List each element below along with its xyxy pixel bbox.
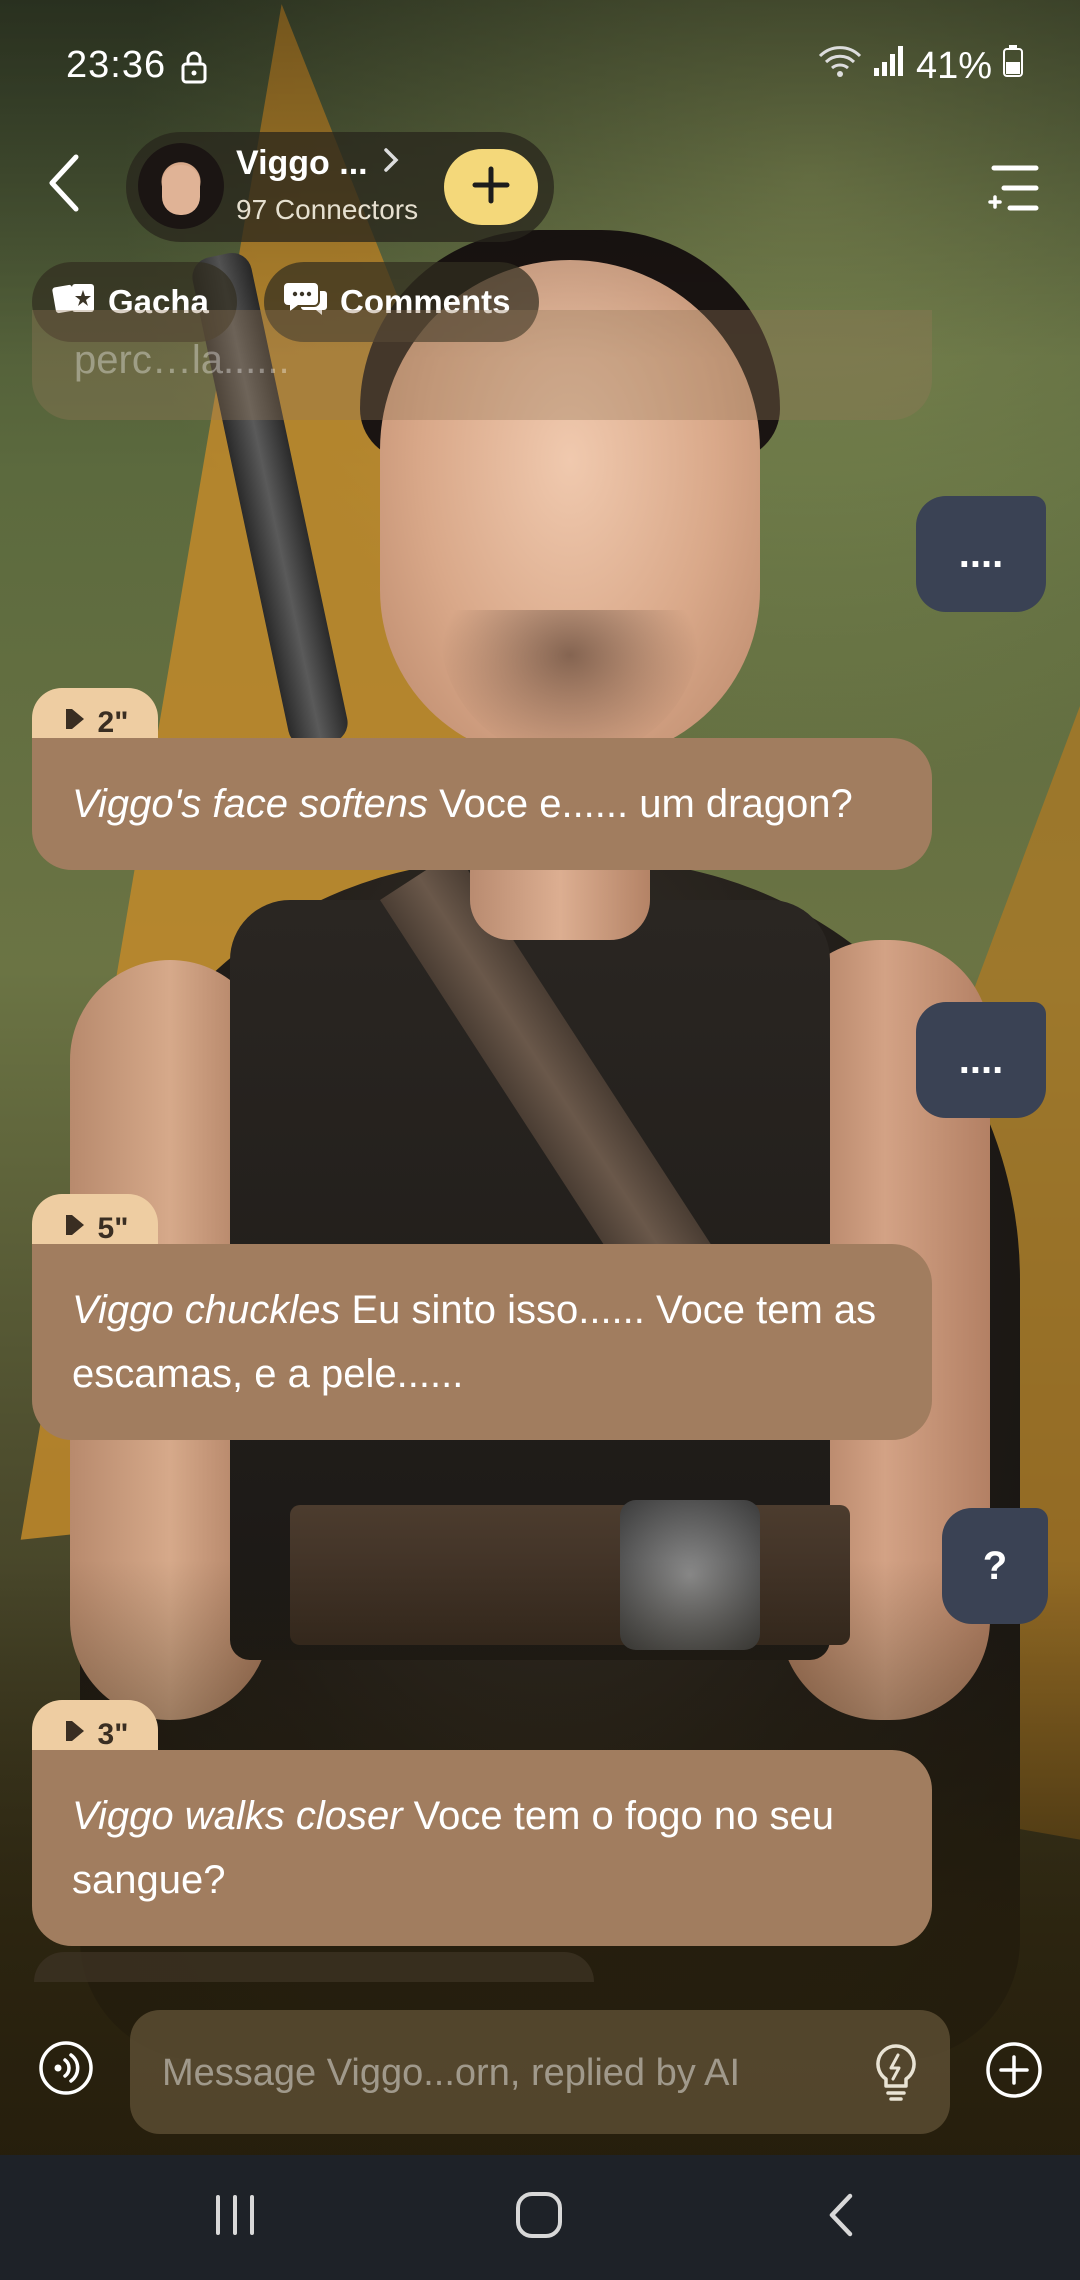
ai-message-bubble[interactable]: Viggo's face softens Voce e...... um dra… (32, 738, 932, 870)
message-composer (0, 1990, 1080, 2155)
lock-icon (180, 50, 208, 89)
ai-message-bubble[interactable]: Viggo chuckles Eu sinto isso...... Voce … (32, 1244, 932, 1440)
status-bar: 23:36 41% (0, 0, 1080, 130)
plus-circle-icon (984, 2042, 1044, 2104)
message-input[interactable] (160, 2040, 804, 2106)
user-message[interactable]: .... (916, 496, 1046, 612)
wifi-icon (818, 44, 862, 88)
back-button[interactable] (34, 152, 94, 218)
home-button[interactable] (504, 2185, 574, 2249)
character-name: Viggo ... (236, 144, 368, 182)
follow-add-button[interactable] (444, 149, 538, 225)
voice-play-icon (62, 706, 88, 740)
battery-icon (1002, 44, 1024, 88)
status-indicators: 41% (818, 44, 1024, 88)
back-arrow-icon (44, 153, 84, 218)
connectors-count: 97 Connectors (236, 194, 419, 225)
chevron-right-icon (382, 146, 400, 182)
lightbulb-icon (862, 2044, 930, 2110)
signal-icon (872, 44, 906, 88)
avatar (138, 143, 224, 229)
previous-ai-message-partial: perc…la...... (32, 310, 932, 420)
battery-percent: 41% (915, 44, 992, 87)
voice-mode-icon (38, 2041, 94, 2100)
recent-apps-icon (210, 2191, 260, 2244)
partial-message-text: perc…la...... (74, 338, 290, 382)
ai-action-text: Viggo walks closer (72, 1794, 403, 1838)
voice-duration: 2" (97, 706, 129, 739)
voice-play-icon (62, 1212, 88, 1246)
hint-button[interactable] (862, 2038, 930, 2106)
home-icon (513, 2189, 565, 2246)
recent-apps-button[interactable] (200, 2185, 270, 2249)
next-message-partial (34, 1952, 594, 1982)
ai-message-text: Voce e...... um dragon? (428, 782, 853, 826)
message-input-box[interactable] (130, 2010, 950, 2134)
user-message[interactable]: .... (916, 1002, 1046, 1118)
voice-mode-button[interactable] (38, 2040, 94, 2096)
system-back-button[interactable] (806, 2185, 876, 2249)
user-message[interactable]: ? (942, 1508, 1048, 1624)
character-profile-pill[interactable]: Viggo ... 97 Connectors (126, 132, 554, 242)
status-time: 23:36 (66, 44, 167, 86)
voice-duration: 3" (97, 1718, 129, 1751)
ai-action-text: Viggo chuckles (72, 1288, 341, 1332)
menu-icon (984, 165, 1044, 222)
add-attachment-button[interactable] (984, 2040, 1044, 2100)
system-back-icon (824, 2190, 858, 2245)
voice-play-icon (62, 1718, 88, 1752)
ai-message-bubble[interactable]: Viggo walks closer Voce tem o fogo no se… (32, 1750, 932, 1946)
ai-action-text: Viggo's face softens (72, 782, 429, 826)
plus-icon (471, 165, 511, 210)
menu-button[interactable] (984, 158, 1044, 218)
system-navigation-bar (0, 2155, 1080, 2280)
voice-duration: 5" (97, 1212, 129, 1245)
